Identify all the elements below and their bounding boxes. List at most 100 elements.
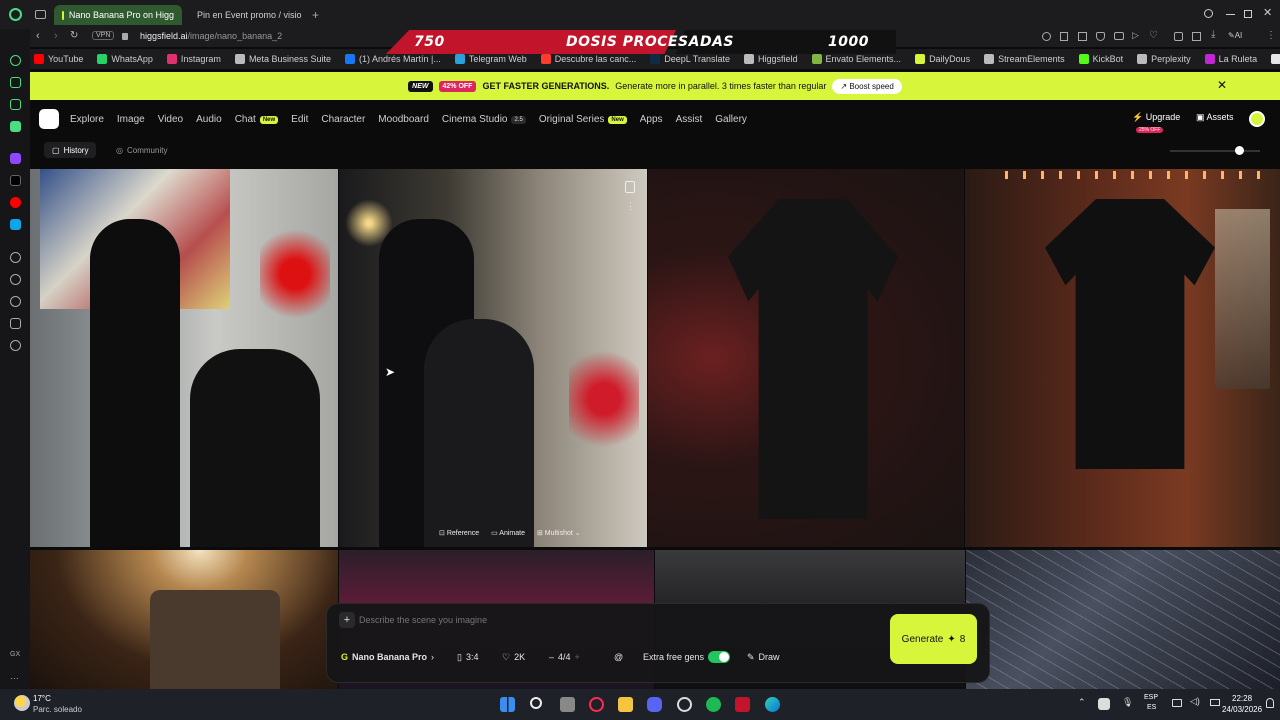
decrement-icon[interactable]: – (549, 652, 554, 662)
weather-icon[interactable] (14, 695, 30, 711)
more-options-icon[interactable]: ⋮ (626, 201, 635, 212)
screenshot-icon[interactable] (1078, 32, 1087, 41)
network-icon[interactable] (1172, 699, 1182, 707)
zoom-icon[interactable] (1042, 32, 1051, 41)
forward-icon[interactable]: › (54, 30, 58, 42)
pinboard-icon[interactable] (10, 77, 21, 88)
minimize-icon[interactable] (1226, 14, 1235, 15)
url-field[interactable]: higgsfield.ai/image/nano_banana_2 (140, 31, 282, 41)
size-slider-thumb[interactable] (1235, 146, 1244, 155)
messenger-icon[interactable] (10, 121, 21, 132)
nav-item-audio[interactable]: Audio (196, 114, 222, 125)
nav-item-character[interactable]: Character (321, 114, 365, 125)
obs-icon[interactable] (677, 697, 692, 712)
count-stepper[interactable]: – 4/4 + (549, 647, 580, 667)
gx-icon[interactable]: GX (10, 651, 21, 662)
nav-item-video[interactable]: Video (158, 114, 183, 125)
size-slider-track[interactable] (1170, 150, 1260, 152)
app-icon[interactable] (10, 219, 21, 230)
youtube-icon[interactable] (10, 197, 21, 208)
file-explorer-icon[interactable] (618, 697, 633, 712)
nav-item-gallery[interactable]: Gallery (715, 114, 747, 125)
bookmark-item[interactable]: La Ruleta (1204, 54, 1257, 64)
player-icon[interactable] (10, 252, 21, 263)
clock-icon[interactable] (10, 296, 21, 307)
nav-item-image[interactable]: Image (117, 114, 145, 125)
tray-app-icon[interactable] (1098, 698, 1110, 710)
streamlabs-icon[interactable] (735, 697, 750, 712)
task-view-icon[interactable] (560, 697, 575, 712)
toggle-switch[interactable] (708, 651, 731, 663)
notifications-icon[interactable] (1266, 698, 1274, 708)
bookmark-item[interactable]: Higgsfield (743, 54, 798, 64)
assets-button[interactable]: ▣ Assets (1196, 112, 1234, 123)
discord-icon[interactable] (647, 697, 662, 712)
history-tab[interactable]: ▢ History (44, 142, 97, 158)
pin-icon[interactable] (1060, 32, 1068, 41)
aspect-ratio-selector[interactable]: ▯ 3:4 (457, 647, 478, 667)
increment-icon[interactable]: + (575, 652, 580, 662)
bookmark-item[interactable]: Instagram (166, 54, 221, 64)
prompt-input[interactable] (359, 612, 869, 628)
tray-chevron-icon[interactable]: ⌃ (1078, 697, 1086, 708)
edge-icon[interactable] (765, 697, 780, 712)
animate-button[interactable]: ▭ Animate (491, 529, 525, 537)
nav-item-apps[interactable]: Apps (640, 114, 663, 125)
bookmark-item[interactable]: Meta Business Suite (234, 54, 331, 64)
model-selector[interactable]: G Nano Banana Pro › (341, 647, 434, 667)
bookmark-item[interactable]: Perplexity (1137, 54, 1191, 64)
history-icon[interactable] (10, 274, 21, 285)
tab-overview-icon[interactable] (35, 10, 46, 19)
clock-time[interactable]: 22:28 (1232, 694, 1252, 703)
tab-higgsfield[interactable]: Nano Banana Pro on Higg (54, 5, 182, 25)
draw-button[interactable]: ✎ Draw (747, 647, 780, 667)
nav-item-moodboard[interactable]: Moodboard (378, 114, 429, 125)
bookmark-item[interactable]: DailyDous (915, 54, 970, 64)
search-icon[interactable] (1204, 9, 1213, 18)
wallet-icon[interactable] (1192, 32, 1201, 41)
bookmarks-icon[interactable] (10, 99, 21, 110)
generated-image-shirt-2[interactable] (965, 169, 1280, 547)
mention-icon[interactable]: @ (614, 647, 623, 667)
bookmark-item[interactable]: Telegram Web (454, 54, 527, 64)
ai-icon[interactable]: ✎AI (1228, 31, 1242, 40)
bookmark-item[interactable]: Descubre las canc... (540, 54, 636, 64)
shield-icon[interactable] (1096, 32, 1105, 41)
extra-gens-toggle[interactable]: Extra free gens (643, 647, 731, 667)
nav-item-assist[interactable]: Assist (676, 114, 703, 125)
volume-icon[interactable]: ◁) (1190, 696, 1200, 707)
bookmark-item[interactable]: YouTube (34, 54, 83, 64)
generated-image-shirt-1[interactable] (648, 169, 964, 547)
generated-image-graffiti-2[interactable]: ⊡ Reference ▭ Animate ⊞ Multishot ⌄ ⋮ ➤ (339, 169, 647, 547)
new-tab-icon[interactable]: + (312, 8, 319, 22)
add-attachment-icon[interactable]: + (339, 612, 355, 628)
nav-item-cinema-studio[interactable]: Cinema Studio 2.5 (442, 114, 526, 125)
nav-item-edit[interactable]: Edit (291, 114, 308, 125)
avatar[interactable] (1249, 111, 1265, 127)
bookmark-item[interactable]: KickBot (1078, 54, 1123, 64)
nav-item-original-series[interactable]: Original Series New (539, 114, 627, 125)
back-icon[interactable]: ‹ (36, 30, 40, 42)
spotify-icon[interactable] (706, 697, 721, 712)
bookmark-item[interactable]: Envato Elements... (811, 54, 901, 64)
clock-date[interactable]: 24/03/2026 (1222, 705, 1262, 714)
generated-image-lamp-shirt[interactable] (30, 550, 338, 689)
community-tab[interactable]: ◎ Community (116, 142, 167, 158)
generated-image-graffiti-1[interactable] (30, 169, 338, 547)
generated-image-cables[interactable] (966, 550, 1280, 689)
tab-pinterest[interactable]: Pin en Event promo / visio (184, 5, 308, 25)
search-icon[interactable] (530, 697, 542, 709)
bookmark-item[interactable]: WhatsApp (97, 54, 153, 64)
reference-button[interactable]: ⊡ Reference (439, 529, 479, 537)
lang-top[interactable]: ESP (1144, 694, 1158, 701)
bookmark-item[interactable]: StreamElements (984, 54, 1065, 64)
camera-icon[interactable] (1114, 32, 1124, 40)
play-icon[interactable]: ▷ (1132, 30, 1139, 41)
settings-icon[interactable] (10, 340, 21, 351)
nav-item-explore[interactable]: Explore (70, 114, 104, 125)
close-promo-icon[interactable]: ✕ (1217, 78, 1227, 92)
cube-icon[interactable] (10, 318, 21, 329)
bookmark-item[interactable]: ChatGPT (1271, 54, 1280, 64)
bookmark-item[interactable]: (1) Andrés Martín |... (344, 54, 441, 64)
delete-icon[interactable] (625, 181, 635, 193)
